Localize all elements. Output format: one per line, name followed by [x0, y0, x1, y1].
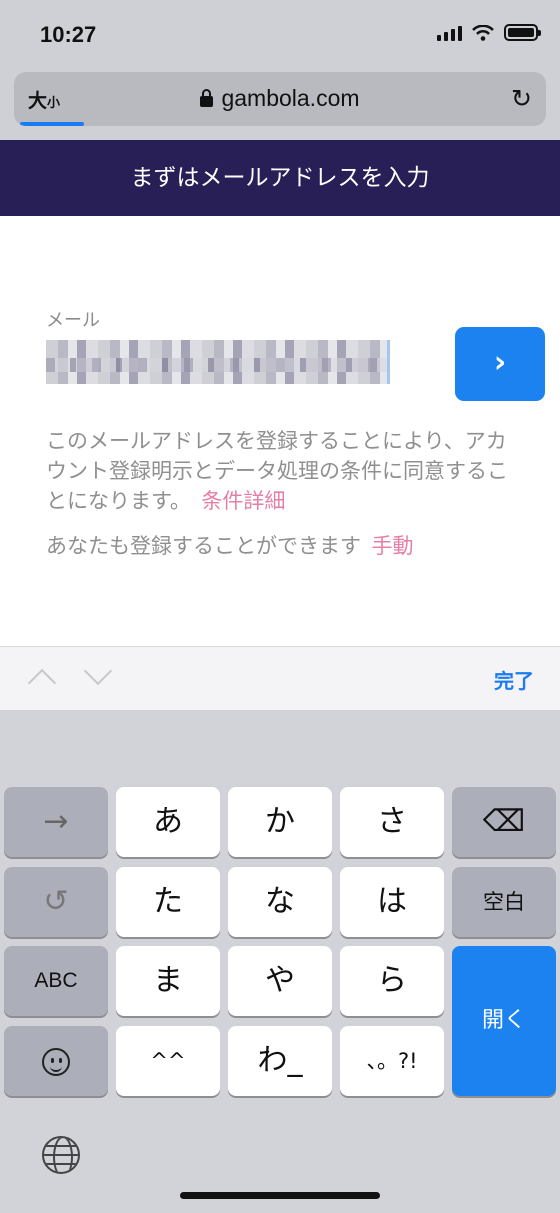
email-label: メール: [46, 310, 100, 331]
done-button[interactable]: 完了: [494, 665, 534, 694]
url-text: gambola.com: [221, 85, 360, 111]
arrow-key[interactable]: →: [4, 787, 108, 857]
signal-icon: [437, 25, 462, 41]
key-ha[interactable]: は: [340, 867, 444, 937]
terms-text: このメールアドレスを登録することにより、アカウント登録明示とデータ処理の条件に同…: [46, 429, 508, 513]
register-text: あなたも登録することができます 手動: [46, 534, 414, 558]
space-key[interactable]: 空白: [452, 867, 556, 937]
abc-key[interactable]: ABC: [4, 946, 108, 1016]
key-punctuation[interactable]: 、。?!: [340, 1026, 444, 1096]
next-field-icon[interactable]: [83, 656, 113, 686]
page-load-progress: [20, 122, 84, 126]
undo-key[interactable]: ↺: [4, 867, 108, 937]
manual-register-link[interactable]: 手動: [372, 534, 414, 558]
home-indicator: [180, 1192, 380, 1199]
browser-chrome: 10:27 大小 gambola.com ↻: [0, 0, 560, 140]
url-field[interactable]: gambola.com: [14, 85, 546, 112]
keyboard: → あ か さ ⌫ ↺ た な は 空白 ABC ま や ら 開く ^^ わ_ …: [0, 710, 560, 1213]
key-ya[interactable]: や: [228, 946, 332, 1016]
address-bar[interactable]: 大小 gambola.com ↻: [14, 72, 546, 126]
status-time: 10:27: [40, 22, 97, 47]
key-ra[interactable]: ら: [340, 946, 444, 1016]
email-field[interactable]: [46, 340, 390, 384]
key-ta[interactable]: た: [116, 867, 220, 937]
key-wa[interactable]: わ_: [228, 1026, 332, 1096]
key-a[interactable]: あ: [116, 787, 220, 857]
backspace-key[interactable]: ⌫: [452, 787, 556, 857]
lock-icon: [200, 89, 214, 107]
status-icons: [437, 24, 541, 41]
email-form: メール › このメールアドレスを登録することにより、アカウント登録明示とデータ処…: [0, 216, 560, 646]
key-kaomoji[interactable]: ^^: [116, 1026, 220, 1096]
open-key[interactable]: 開く: [452, 946, 556, 1096]
emoji-key[interactable]: [4, 1026, 108, 1096]
emoji-icon: [42, 1047, 70, 1076]
key-ka[interactable]: か: [228, 787, 332, 857]
previous-field-icon[interactable]: [27, 668, 57, 698]
submit-button[interactable]: ›: [455, 327, 545, 401]
terms-details-link[interactable]: 条件詳細: [201, 489, 285, 513]
battery-icon: [504, 24, 541, 41]
key-sa[interactable]: さ: [340, 787, 444, 857]
reload-icon[interactable]: ↻: [511, 84, 532, 113]
key-ma[interactable]: ま: [116, 946, 220, 1016]
wifi-icon: [472, 24, 494, 41]
key-na[interactable]: な: [228, 867, 332, 937]
globe-icon[interactable]: [42, 1136, 80, 1174]
keyboard-toolbar: 完了: [0, 646, 560, 710]
page-title: まずはメールアドレスを入力: [0, 140, 560, 216]
